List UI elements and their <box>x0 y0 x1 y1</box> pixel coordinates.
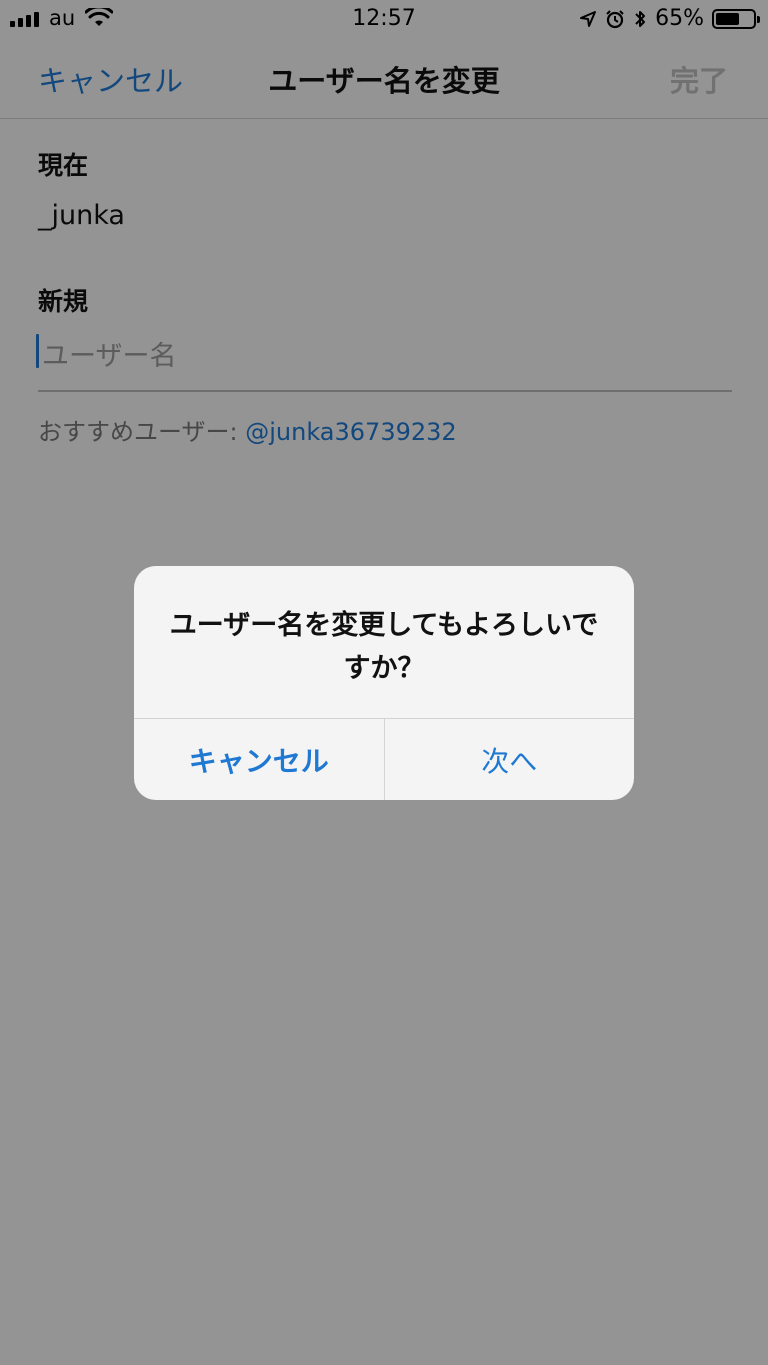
alert-actions: キャンセル 次へ <box>134 718 634 800</box>
alert-title: ユーザー名を変更してもよろしいですか？ <box>169 610 599 685</box>
alert-next-button[interactable]: 次へ <box>385 719 635 800</box>
confirm-alert: ユーザー名を変更してもよろしいですか？ キャンセル 次へ <box>134 566 634 800</box>
alert-cancel-button[interactable]: キャンセル <box>134 719 384 800</box>
